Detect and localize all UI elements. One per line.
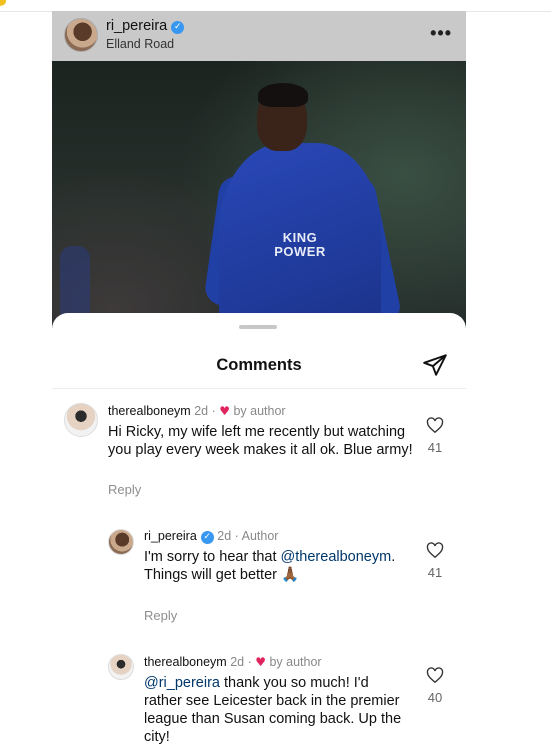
comment-text-start: I'm sorry to hear that bbox=[144, 549, 281, 565]
comment-text: Hi Ricky, my wife left me recently but w… bbox=[108, 424, 413, 458]
drag-handle[interactable] bbox=[239, 325, 277, 329]
author-like-badge: by author bbox=[269, 655, 322, 669]
heart-outline-icon[interactable] bbox=[426, 542, 444, 559]
heart-outline-icon[interactable] bbox=[426, 667, 444, 684]
post-avatar[interactable] bbox=[64, 18, 98, 52]
avatar[interactable] bbox=[108, 654, 134, 680]
comment-text: I'm sorry to hear that @therealboneym. T… bbox=[144, 548, 404, 584]
like-control[interactable]: 41 bbox=[420, 417, 450, 455]
player-hair bbox=[258, 83, 308, 107]
post-location[interactable]: Elland Road bbox=[106, 37, 174, 51]
like-count: 40 bbox=[427, 690, 443, 705]
verified-badge-icon: ✓ bbox=[200, 531, 214, 544]
sponsor-line-2: POWER bbox=[274, 244, 326, 259]
comment-time: 2d bbox=[217, 529, 232, 543]
more-options-button[interactable]: ••• bbox=[430, 23, 452, 44]
comment-username[interactable]: therealboneym bbox=[108, 404, 191, 418]
post-username-row[interactable]: ri_pereira ✓ bbox=[106, 18, 185, 34]
post-username[interactable]: ri_pereira bbox=[106, 18, 167, 34]
sponsor-line-1: KING bbox=[282, 230, 318, 245]
comment-username[interactable]: ri_pereira bbox=[144, 529, 197, 543]
avatar[interactable] bbox=[108, 529, 134, 555]
like-control[interactable]: 40 bbox=[420, 667, 450, 705]
post-header: ri_pereira ✓ Elland Road ••• bbox=[52, 11, 466, 61]
comment-meta: ri_pereira ✓ 2d · Author bbox=[144, 529, 279, 544]
like-count: 41 bbox=[427, 440, 443, 455]
comment-reply: therealboneym 2d · ♥ by author @ri_perei… bbox=[108, 654, 464, 750]
comment: therealboneym 2d · ♥ by author Hi Ricky,… bbox=[64, 403, 464, 503]
author-like-badge: by author bbox=[233, 404, 286, 418]
comment-time: 2d bbox=[194, 404, 209, 418]
comment-text: @ri_pereira thank you so much! I'd rathe… bbox=[144, 674, 404, 746]
reply-button[interactable]: Reply bbox=[108, 482, 141, 497]
status-dot bbox=[0, 0, 6, 6]
shirt-sponsor: KING POWER bbox=[265, 231, 335, 259]
sheet-title: Comments bbox=[216, 356, 302, 374]
author-tag: Author bbox=[241, 529, 279, 543]
avatar[interactable] bbox=[64, 403, 98, 437]
heart-filled-icon: ♥ bbox=[255, 655, 266, 669]
heart-filled-icon: ♥ bbox=[219, 404, 230, 418]
like-count: 41 bbox=[427, 565, 443, 580]
emoji: 🙏🏾 bbox=[281, 567, 300, 583]
comment-username[interactable]: therealboneym bbox=[144, 655, 227, 669]
verified-badge-icon: ✓ bbox=[171, 21, 185, 34]
mention-link[interactable]: @ri_pereira bbox=[144, 675, 220, 691]
divider bbox=[52, 388, 466, 389]
reply-button[interactable]: Reply bbox=[144, 608, 177, 623]
heart-outline-icon[interactable] bbox=[426, 417, 444, 434]
comment-meta: therealboneym 2d · ♥ by author bbox=[144, 655, 322, 669]
paper-plane-icon[interactable] bbox=[422, 352, 448, 378]
comments-sheet: Comments therealboneym 2d · ♥ by author … bbox=[52, 313, 466, 750]
comment-time: 2d bbox=[230, 655, 245, 669]
comment-meta: therealboneym 2d · ♥ by author bbox=[108, 404, 286, 418]
comment-reply: ri_pereira ✓ 2d · Author I'm sorry to hea… bbox=[108, 529, 464, 629]
like-control[interactable]: 41 bbox=[420, 542, 450, 580]
mention-link[interactable]: @therealboneym bbox=[281, 549, 392, 565]
